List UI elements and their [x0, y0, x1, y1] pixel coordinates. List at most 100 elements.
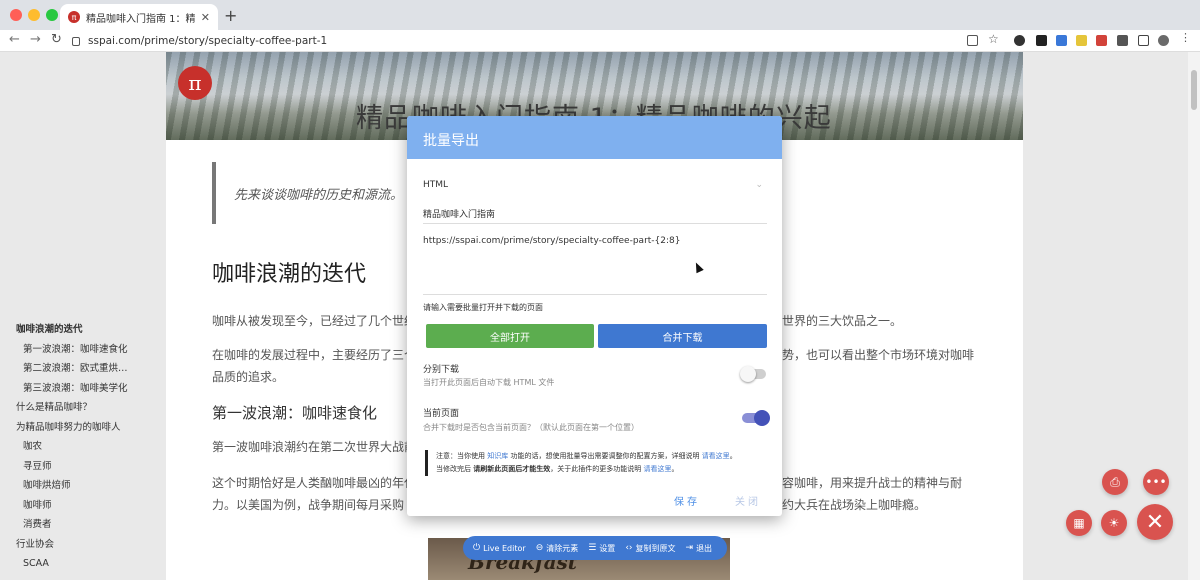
split-download-label: 分别下载 — [423, 365, 460, 375]
chevron-down-icon: ⌄ — [755, 180, 763, 190]
toc-item[interactable]: 咖啡烘焙师 — [16, 478, 156, 498]
url-hint-text: 请输入需要批量打开并下载的页面 — [423, 303, 543, 312]
toc-item[interactable]: SCAA — [16, 556, 156, 576]
toggle-knob — [754, 410, 770, 426]
format-select-value: HTML — [423, 180, 449, 190]
settings-label: 设置 — [599, 543, 616, 553]
share-icon[interactable] — [967, 35, 978, 46]
split-download-desc: 当打开此页面后自动下载 HTML 文件 — [423, 378, 555, 387]
side-panel-icon[interactable] — [1138, 35, 1149, 46]
editor-toolbar: ⏻ Live Editor ⊖ 清除元素 ☰ 设置 ‹› 复制到原文 ⇥ 退出 — [463, 536, 727, 560]
toc-item[interactable]: 第一波浪潮：咖啡速食化 — [16, 342, 156, 362]
paragraph-text: 咖啡从被发现至今，已经过了几个世纪 — [212, 314, 417, 328]
menu-kebab-icon[interactable]: ⋮ — [1180, 31, 1191, 44]
copy-source-button[interactable]: ‹› 复制到原文 — [625, 543, 675, 554]
sspai-logo[interactable]: π — [178, 66, 212, 100]
notice-text: 。 — [671, 465, 679, 473]
window-close-button[interactable] — [10, 9, 22, 21]
toc-item[interactable]: 第三波浪潮：咖啡美学化 — [16, 381, 156, 401]
close-panel-button[interactable]: ✕ — [1137, 504, 1173, 540]
paragraph-text: 在咖啡的发展过程中，主要经历了三个 — [212, 348, 417, 362]
notice-text: 注意：当你使用 — [436, 452, 488, 460]
new-tab-icon[interactable]: + — [224, 6, 237, 25]
current-page-label: 当前页面 — [423, 409, 460, 419]
toc-item[interactable]: 咖啡师 — [16, 498, 156, 518]
notice-text: 。 — [729, 452, 737, 460]
toc-item[interactable]: 第二波浪潮：欧式重烘… — [16, 361, 156, 381]
exit-label: 退出 — [696, 543, 713, 553]
puzzle-extensions-icon[interactable] — [1117, 35, 1128, 46]
notice-box: 注意：当你使用 知识库 功能的话，想使用批量导出需要调整你的配置方案，详细说明 … — [425, 450, 769, 476]
remove-element-button[interactable]: ⊖ 清除元素 — [536, 543, 579, 554]
close-button[interactable]: 关闭 — [735, 493, 761, 508]
toc-item[interactable]: 咖农 — [16, 439, 156, 459]
toc-item[interactable]: 行业协会 — [16, 537, 156, 557]
paragraph-text: 容咖啡，用来提升战士的精神与耐 — [782, 476, 963, 490]
extension-icon[interactable] — [1056, 35, 1067, 46]
exit-button[interactable]: ⇥ 退出 — [686, 543, 713, 554]
lightbulb-icon: ☀ — [1108, 516, 1120, 530]
extension-icon[interactable] — [1014, 35, 1025, 46]
forward-arrow-icon[interactable]: → — [30, 32, 41, 47]
paragraph-text: 力。以美国为例，战争期间每月采购 — [212, 498, 405, 512]
page-scrollbar[interactable] — [1188, 52, 1200, 580]
toc-item[interactable]: 消费者 — [16, 517, 156, 537]
live-editor-button[interactable]: ⏻ Live Editor — [473, 543, 526, 553]
paragraph-text: 第一波咖啡浪潮约在第二次世界大战前 — [212, 440, 417, 454]
print-button[interactable]: ⎙ — [1102, 469, 1128, 495]
browser-toolbar: ← → ↻ sspai.com/prime/story/specialty-co… — [0, 30, 1200, 52]
live-editor-label: Live Editor — [483, 543, 526, 553]
split-download-toggle[interactable] — [740, 366, 766, 382]
url-text: sspai.com/prime/story/specialty-coffee-p… — [88, 35, 328, 47]
see-here-link[interactable]: 请看这里 — [702, 452, 730, 460]
bookmark-star-icon[interactable]: ☆ — [988, 32, 999, 46]
focus-mode-button[interactable]: ☀ — [1101, 510, 1127, 536]
toc-item[interactable]: 什么是精品咖啡？ — [16, 400, 156, 420]
back-arrow-icon[interactable]: ← — [9, 32, 20, 47]
more-button[interactable]: ••• — [1143, 469, 1169, 495]
lock-icon — [72, 36, 80, 46]
paragraph-text: 世界的三大饮品之一。 — [782, 314, 903, 328]
extension-icon[interactable] — [1036, 35, 1047, 46]
paragraph-text: 这个时期恰好是人类酗咖啡最凶的年代 — [212, 476, 417, 490]
knowledge-base-link[interactable]: 知识库 — [487, 452, 508, 460]
address-bar[interactable]: sspai.com/prime/story/specialty-coffee-p… — [72, 32, 1002, 50]
extension-icon[interactable] — [1076, 35, 1087, 46]
reload-icon[interactable]: ↻ — [51, 32, 62, 47]
toc-item[interactable]: 咖啡浪潮的迭代 — [16, 322, 156, 342]
paragraph-text: 约大兵在战场染上咖啡瘾。 — [782, 498, 927, 512]
open-all-button[interactable]: 全部打开 — [426, 324, 594, 348]
copy-source-label: 复制到原文 — [635, 543, 676, 553]
settings-button[interactable]: ☰ 设置 — [588, 543, 615, 554]
save-button[interactable]: 保存 — [674, 493, 700, 508]
tab-title: 精品咖啡入门指南 1：精品咖啡的兴起 — [86, 13, 195, 25]
scrollbar-thumb[interactable] — [1191, 70, 1197, 110]
qr-code-button[interactable]: ▦ — [1066, 510, 1092, 536]
window-zoom-button[interactable] — [46, 9, 58, 21]
see-here-link[interactable]: 请看这里 — [643, 465, 671, 473]
toc-item[interactable]: 寻豆师 — [16, 459, 156, 479]
profile-avatar[interactable] — [1158, 35, 1169, 46]
url-pattern-textarea[interactable]: https://sspai.com/prime/story/specialty-… — [423, 236, 767, 295]
toc-item[interactable]: 为精品咖啡努力的咖啡人 — [16, 420, 156, 440]
minus-circle-icon: ⊖ — [535, 543, 544, 553]
table-of-contents: 咖啡浪潮的迭代 第一波浪潮：咖啡速食化 第二波浪潮：欧式重烘… 第三波浪潮：咖啡… — [16, 322, 156, 576]
browser-tabbar: π 精品咖啡入门指南 1：精品咖啡的兴起 ✕ + — [0, 0, 1200, 30]
more-dots-icon: ••• — [1145, 475, 1167, 489]
exit-icon: ⇥ — [685, 543, 694, 553]
tab-close-icon[interactable]: ✕ — [201, 11, 210, 24]
dialog-title: 批量导出 — [407, 116, 782, 159]
sspai-favicon-icon: π — [68, 11, 80, 23]
name-input-value: 精品咖啡入门指南 — [423, 210, 496, 220]
name-input[interactable]: 精品咖啡入门指南 — [423, 207, 767, 224]
remove-element-label: 清除元素 — [546, 543, 579, 553]
qr-code-icon: ▦ — [1073, 516, 1085, 530]
url-pattern-value: https://sspai.com/prime/story/specialty-… — [423, 236, 681, 246]
extension-icon[interactable] — [1096, 35, 1107, 46]
notice-line: 注意：当你使用 知识库 功能的话，想使用批量导出需要调整你的配置方案，详细说明 … — [436, 450, 769, 463]
current-page-toggle[interactable] — [742, 410, 770, 426]
merge-download-button[interactable]: 合并下载 — [598, 324, 767, 348]
format-select[interactable]: HTML ⌄ — [423, 180, 767, 196]
browser-tab[interactable]: π 精品咖啡入门指南 1：精品咖啡的兴起 ✕ — [60, 4, 218, 30]
window-minimize-button[interactable] — [28, 9, 40, 21]
